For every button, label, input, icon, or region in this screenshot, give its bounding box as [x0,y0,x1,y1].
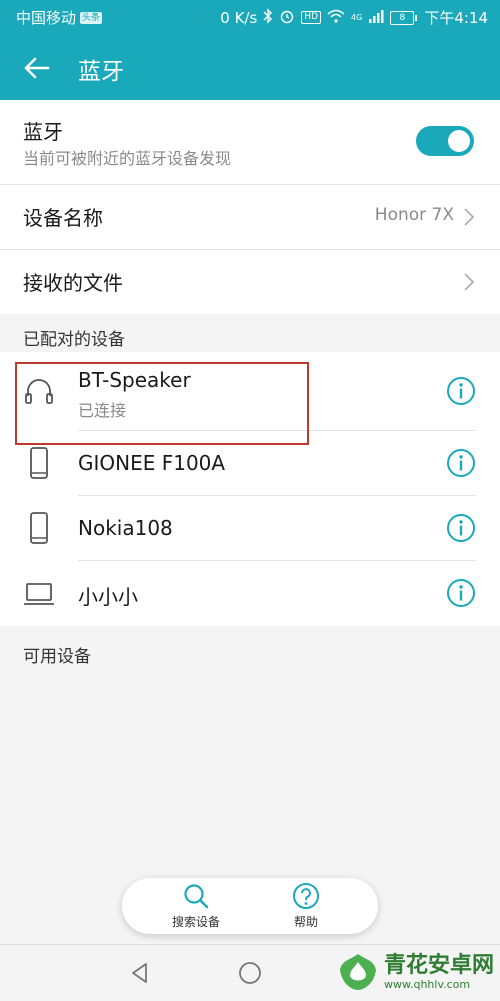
watermark-logo-icon [339,954,376,990]
device-name: Nokia108 [78,516,173,540]
bluetooth-status-icon [263,7,273,28]
carrier-label: 中国移动 [16,9,77,27]
hd-badge: HD [301,11,322,24]
info-icon[interactable] [446,376,476,406]
bluetooth-subtitle: 当前可被附近的蓝牙设备发现 [23,149,232,168]
received-files-row[interactable]: 接收的文件 [0,250,500,314]
network-speed: 0 K/s [220,8,258,27]
device-name-value: Honor 7X [374,205,454,225]
back-arrow-icon [24,57,50,79]
clock: 下午4:14 [424,9,488,27]
info-icon[interactable] [446,513,476,543]
nav-back-icon[interactable] [126,959,154,987]
device-name-row[interactable]: 设备名称 Honor 7X [0,185,500,250]
search-devices-button[interactable]: 搜索设备 [156,882,236,932]
info-icon[interactable] [446,448,476,478]
bottom-action-bar: 搜索设备 帮助 [122,878,378,934]
help-label: 帮助 [293,915,318,929]
laptop-icon [24,583,54,605]
alarm-icon [279,8,295,28]
watermark-title: 青花安卓网 [383,952,494,978]
help-button[interactable]: 帮助 [266,882,346,932]
nav-home-icon[interactable] [236,959,264,987]
phone-icon [30,447,48,479]
available-devices-header: 可用设备 [23,647,91,667]
battery-icon: 8 [390,10,418,25]
signal-icon [368,9,384,27]
device-name-label: 设备名称 [23,206,103,230]
search-icon [184,884,209,909]
device-name: 小小小 [78,585,138,609]
page-title: 蓝牙 [78,59,124,85]
toggle-knob [448,130,470,152]
search-devices-label: 搜索设备 [171,915,220,929]
bluetooth-toggle[interactable] [416,126,474,156]
settings-card: 蓝牙 当前可被附近的蓝牙设备发现 设备名称 Honor 7X 接收的文件 [0,100,500,314]
chevron-right-icon [464,273,475,291]
phone-icon [30,512,48,544]
wifi-icon [327,9,345,27]
watermark-url: www.qhhlv.com [383,977,471,991]
highlight-annotation [15,362,309,445]
status-bar: 中国移动 头条 0 K/s HD 4G 8 下午4:14 [0,0,500,34]
app-bar: 蓝牙 [0,34,500,100]
help-icon [293,883,319,909]
bluetooth-label: 蓝牙 [23,120,63,144]
paired-devices-header: 已配对的设备 [23,330,125,350]
info-icon[interactable] [446,578,476,608]
list-item-xiaoxiaoxiao[interactable]: 小小小 [0,561,500,625]
carrier-badge: 头条 [80,11,103,24]
chevron-right-icon [464,208,475,226]
watermark: 青花安卓网 www.qhhlv.com [336,950,494,994]
received-files-label: 接收的文件 [23,271,123,295]
list-item-nokia108[interactable]: Nokia108 [0,496,500,560]
network-type: 4G [351,13,363,22]
device-name: GIONEE F100A [78,451,226,475]
bluetooth-toggle-row[interactable]: 蓝牙 当前可被附近的蓝牙设备发现 [0,100,500,185]
back-button[interactable] [18,48,58,88]
